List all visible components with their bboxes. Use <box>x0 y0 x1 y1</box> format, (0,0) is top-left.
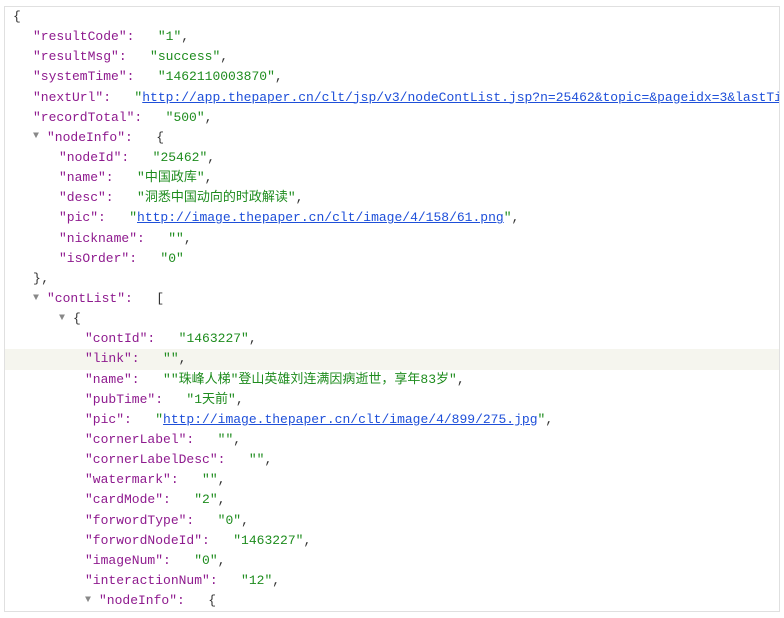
field-cornerLabel: "cornerLabel": "", <box>5 430 779 450</box>
field-name-cont: "name": ""珠峰人梯"登山英雄刘连满因病逝世，享年83岁", <box>5 370 779 390</box>
array-item-open: ▼{ <box>5 309 779 329</box>
toggle-icon[interactable]: ▼ <box>85 596 95 606</box>
toggle-icon[interactable]: ▼ <box>59 314 69 324</box>
field-desc: "desc": "洞悉中国动向的时政解读", <box>5 188 779 208</box>
nodeInfo-pic-link[interactable]: http://image.thepaper.cn/clt/image/4/158… <box>137 210 504 225</box>
field-pic-cont: "pic": "http://image.thepaper.cn/clt/ima… <box>5 410 779 430</box>
field-resultCode: "resultCode": "1", <box>5 27 779 47</box>
json-viewer: { "resultCode": "1", "resultMsg": "succe… <box>4 6 780 612</box>
field-nickname: "nickname": "", <box>5 229 779 249</box>
field-link-highlighted[interactable]: "link": "", <box>5 349 779 369</box>
field-forwordType: "forwordType": "0", <box>5 511 779 531</box>
field-name: "name": "中国政库", <box>5 168 779 188</box>
toggle-icon[interactable]: ▼ <box>33 132 43 142</box>
field-cardMode: "cardMode": "2", <box>5 490 779 510</box>
field-watermark: "watermark": "", <box>5 470 779 490</box>
field-interactionNum: "interactionNum": "12", <box>5 571 779 591</box>
field-pubTime: "pubTime": "1天前", <box>5 390 779 410</box>
field-resultMsg: "resultMsg": "success", <box>5 47 779 67</box>
field-contId: "contId": "1463227", <box>5 329 779 349</box>
brace-open: { <box>5 7 779 27</box>
field-imageNum: "imageNum": "0", <box>5 551 779 571</box>
nextUrl-link[interactable]: http://app.thepaper.cn/clt/jsp/v3/nodeCo… <box>142 90 780 105</box>
field-recordTotal: "recordTotal": "500", <box>5 108 779 128</box>
field-isOrder: "isOrder": "0" <box>5 249 779 269</box>
field-nextUrl: "nextUrl": "http://app.thepaper.cn/clt/j… <box>5 88 779 108</box>
field-pic: "pic": "http://image.thepaper.cn/clt/ima… <box>5 208 779 228</box>
field-nodeInfo: ▼"nodeInfo": { <box>5 128 779 148</box>
field-forwordNodeId: "forwordNodeId": "1463227", <box>5 531 779 551</box>
field-contList: ▼"contList": [ <box>5 289 779 309</box>
field-nodeId: "nodeId": "25462", <box>5 148 779 168</box>
toggle-icon[interactable]: ▼ <box>33 294 43 304</box>
field-nodeInfo-nested: ▼"nodeInfo": { <box>5 591 779 611</box>
brace-close-nodeInfo: }, <box>5 269 779 289</box>
cont-pic-link[interactable]: http://image.thepaper.cn/clt/image/4/899… <box>163 412 537 427</box>
field-cornerLabelDesc: "cornerLabelDesc": "", <box>5 450 779 470</box>
field-systemTime: "systemTime": "1462110003870", <box>5 67 779 87</box>
